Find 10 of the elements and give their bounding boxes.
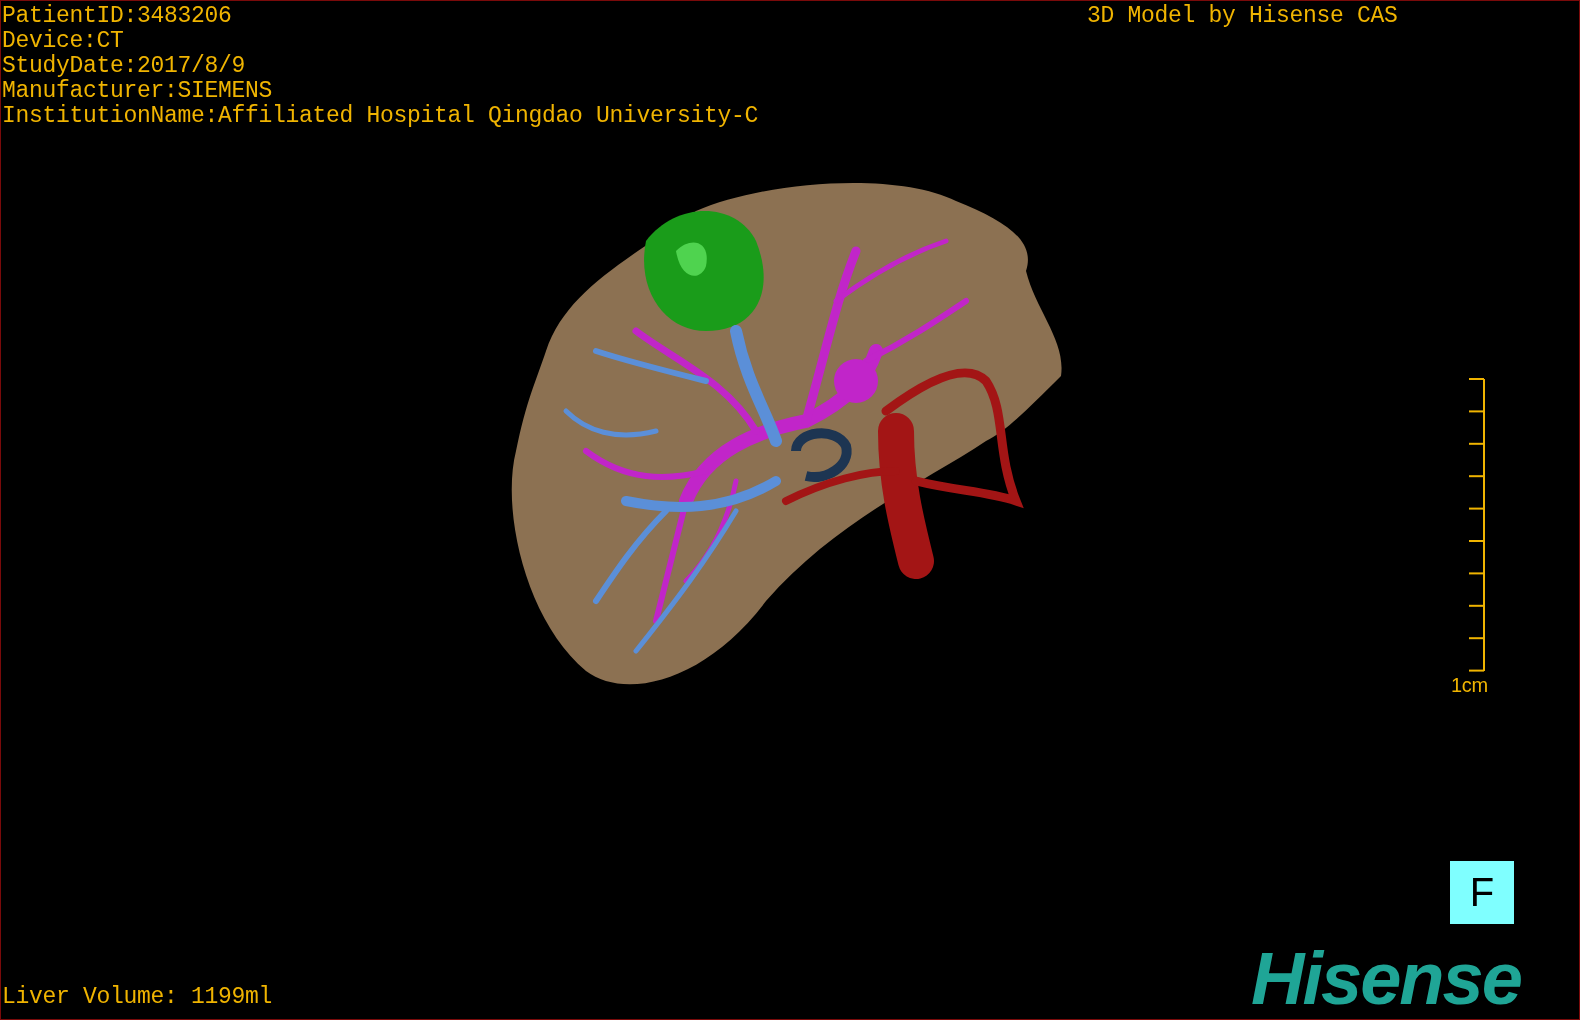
patient-info-text: PatientID:3483206 [2, 4, 233, 29]
patient-info-text: InstitutionName:Affiliated Hospital Qingdao University-C [2, 104, 759, 129]
header-text: 3D Model by Hisense CAS [1087, 4, 1398, 29]
liver-volume-text: Liver Volume: 1199ml [2, 985, 273, 1010]
hisense-logo: Hisense [1251, 939, 1521, 1019]
scale-label: 1cm [1451, 674, 1488, 696]
patient-info-text: Device:CT [2, 29, 125, 54]
patient-info-text: Manufacturer:SIEMENS [2, 79, 274, 104]
patient-info-text: StudyDate:2017/8/9 [2, 54, 247, 79]
orientation-button[interactable]: F [1450, 861, 1514, 924]
